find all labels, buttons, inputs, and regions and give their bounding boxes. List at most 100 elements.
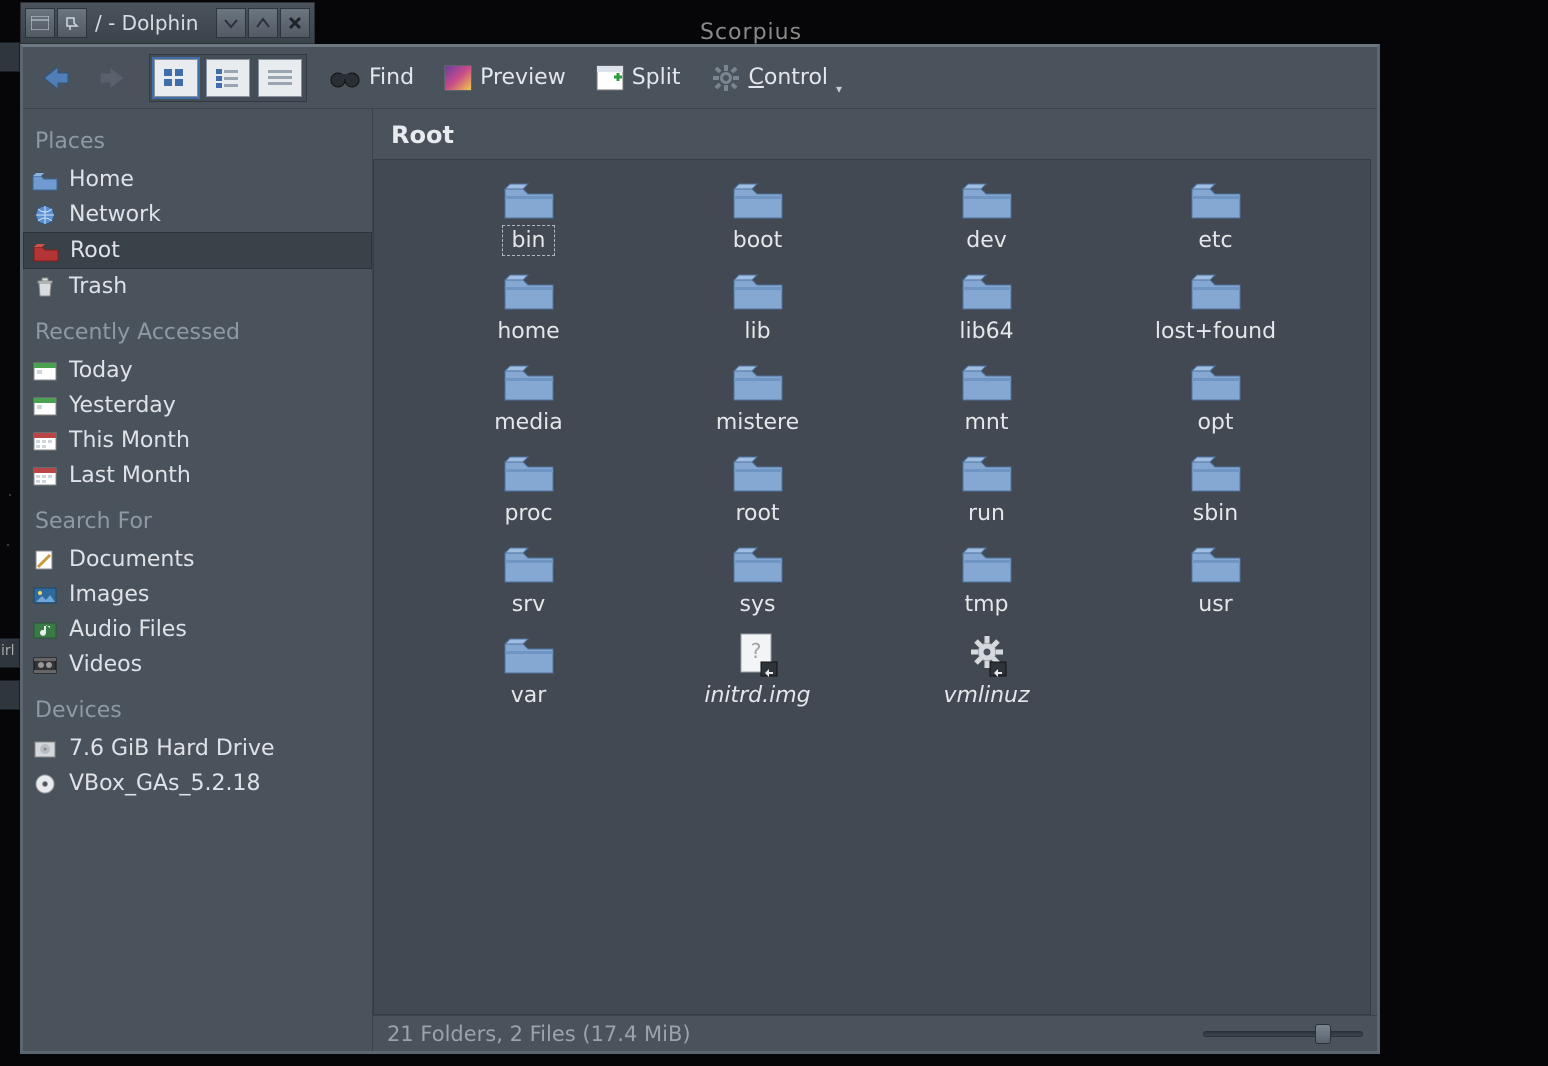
sidebar-item-videos[interactable]: Videos — [23, 647, 372, 682]
sidebar-item-home[interactable]: Home — [23, 162, 372, 197]
file-item-sbin[interactable]: sbin — [1101, 451, 1330, 526]
preview-icon — [444, 65, 472, 91]
file-item-home[interactable]: home — [414, 269, 643, 344]
sidebar-item-audio-files[interactable]: Audio Files — [23, 612, 372, 647]
sidebar-item-vbox-gas-5-2-18[interactable]: VBox_GAs_5.2.18 — [23, 766, 372, 801]
file-item-root[interactable]: root — [643, 451, 872, 526]
file-item-bin[interactable]: bin — [414, 178, 643, 253]
status-bar: 21 Folders, 2 Files (17.4 MiB) — [373, 1015, 1377, 1051]
preview-label: Preview — [480, 65, 566, 90]
sidebar-item-label: Trash — [69, 274, 127, 299]
file-item-mnt[interactable]: mnt — [872, 360, 1101, 435]
file-item-etc[interactable]: etc — [1101, 178, 1330, 253]
control-label: Control — [749, 65, 829, 90]
status-text: 21 Folders, 2 Files (17.4 MiB) — [387, 1022, 691, 1046]
file-item-run[interactable]: run — [872, 451, 1101, 526]
sidebar-item-trash[interactable]: Trash — [23, 269, 372, 304]
file-item-sys[interactable]: sys — [643, 542, 872, 617]
view-mode-group — [149, 54, 307, 102]
file-item-label: mistere — [716, 410, 799, 435]
sidebar-item-label: Last Month — [69, 463, 191, 488]
sidebar-item-label: Network — [69, 202, 161, 227]
sidebar-item-documents[interactable]: Documents — [23, 542, 372, 577]
sidebar-item-label: Documents — [69, 547, 194, 572]
window-title: / - Dolphin — [89, 11, 214, 35]
file-item-tmp[interactable]: tmp — [872, 542, 1101, 617]
file-item-label: srv — [512, 592, 546, 617]
file-item-srv[interactable]: srv — [414, 542, 643, 617]
sidebar-item-label: Videos — [69, 652, 142, 677]
icon-view[interactable]: binbootdev etc home lib lib64 lost+found media… — [373, 159, 1371, 1015]
file-item-label: proc — [504, 501, 552, 526]
folder-icon — [730, 178, 786, 222]
control-button[interactable]: Control ▾ — [703, 56, 851, 100]
sidebar-item-label: Images — [69, 582, 149, 607]
file-item-label: var — [511, 683, 547, 708]
file-item-label: lost+found — [1155, 319, 1276, 344]
sidebar-item-label: Home — [69, 167, 134, 192]
file-item-usr[interactable]: usr — [1101, 542, 1330, 617]
folder-icon — [1188, 178, 1244, 222]
file-item-lib64[interactable]: lib64 — [872, 269, 1101, 344]
file-item-label: etc — [1198, 228, 1232, 253]
icons-view-button[interactable] — [154, 59, 198, 97]
sidebar-item-yesterday[interactable]: Yesterday — [23, 388, 372, 423]
compact-view-button[interactable] — [206, 59, 250, 97]
file-item-label: vmlinuz — [943, 683, 1029, 708]
breadcrumb[interactable]: Root — [373, 109, 1377, 159]
zoom-slider[interactable] — [1203, 1026, 1363, 1042]
file-item-dev[interactable]: dev — [872, 178, 1101, 253]
sidebar-item-images[interactable]: Images — [23, 577, 372, 612]
maximize-button[interactable] — [248, 8, 278, 38]
sidebar-item-network[interactable]: Network — [23, 197, 372, 232]
sidebar-item-root[interactable]: Root — [23, 232, 372, 269]
chevron-down-icon: ▾ — [836, 82, 842, 100]
file-item-label: media — [494, 410, 563, 435]
calendar-today-icon — [31, 359, 59, 383]
sidebar-item-last-month[interactable]: Last Month — [23, 458, 372, 493]
folder-icon — [730, 360, 786, 404]
sidebar-item-label: Root — [70, 238, 120, 263]
folder-icon — [501, 269, 557, 313]
file-item-var[interactable]: var — [414, 633, 643, 708]
file-item-label: mnt — [965, 410, 1009, 435]
folder-icon — [501, 178, 557, 222]
preview-button[interactable]: Preview — [436, 56, 574, 100]
file-item-mistere[interactable]: mistere — [643, 360, 872, 435]
file-item-lost-found[interactable]: lost+found — [1101, 269, 1330, 344]
pin-icon[interactable] — [57, 8, 87, 38]
file-item-label: lib — [744, 319, 770, 344]
file-item-media[interactable]: media — [414, 360, 643, 435]
file-item-label: home — [497, 319, 559, 344]
executable-link-icon — [959, 633, 1015, 677]
split-button[interactable]: Split — [588, 56, 689, 100]
file-item-boot[interactable]: boot — [643, 178, 872, 253]
folder-icon — [959, 542, 1015, 586]
file-item-initrd-img[interactable]: ?initrd.img — [643, 633, 872, 708]
file-item-vmlinuz[interactable]: vmlinuz — [872, 633, 1101, 708]
close-button[interactable] — [280, 8, 310, 38]
folder-icon — [1188, 542, 1244, 586]
home-folder-icon — [31, 168, 59, 192]
back-button[interactable] — [33, 56, 77, 100]
split-label: Split — [632, 65, 681, 90]
file-item-proc[interactable]: proc — [414, 451, 643, 526]
file-item-lib[interactable]: lib — [643, 269, 872, 344]
forward-button[interactable] — [91, 56, 135, 100]
find-button[interactable]: Find — [321, 56, 422, 100]
window-menu-icon[interactable] — [25, 8, 55, 38]
details-view-button[interactable] — [258, 59, 302, 97]
minimize-button[interactable] — [216, 8, 246, 38]
file-item-label: run — [968, 501, 1005, 526]
images-icon — [31, 583, 59, 607]
file-item-label: tmp — [964, 592, 1008, 617]
file-item-opt[interactable]: opt — [1101, 360, 1330, 435]
main-pane: Root binbootdev etc home lib lib64 lost+found… — [373, 109, 1377, 1051]
sidebar-item-today[interactable]: Today — [23, 353, 372, 388]
folder-icon — [730, 542, 786, 586]
toolbar: Find Preview Split Control ▾ — [23, 47, 1377, 109]
sidebar-item-this-month[interactable]: This Month — [23, 423, 372, 458]
sidebar-item-7-6-gib-hard-drive[interactable]: 7.6 GiB Hard Drive — [23, 731, 372, 766]
window-titlebar[interactable]: / - Dolphin — [20, 2, 315, 44]
sidebar-item-label: VBox_GAs_5.2.18 — [69, 771, 260, 796]
